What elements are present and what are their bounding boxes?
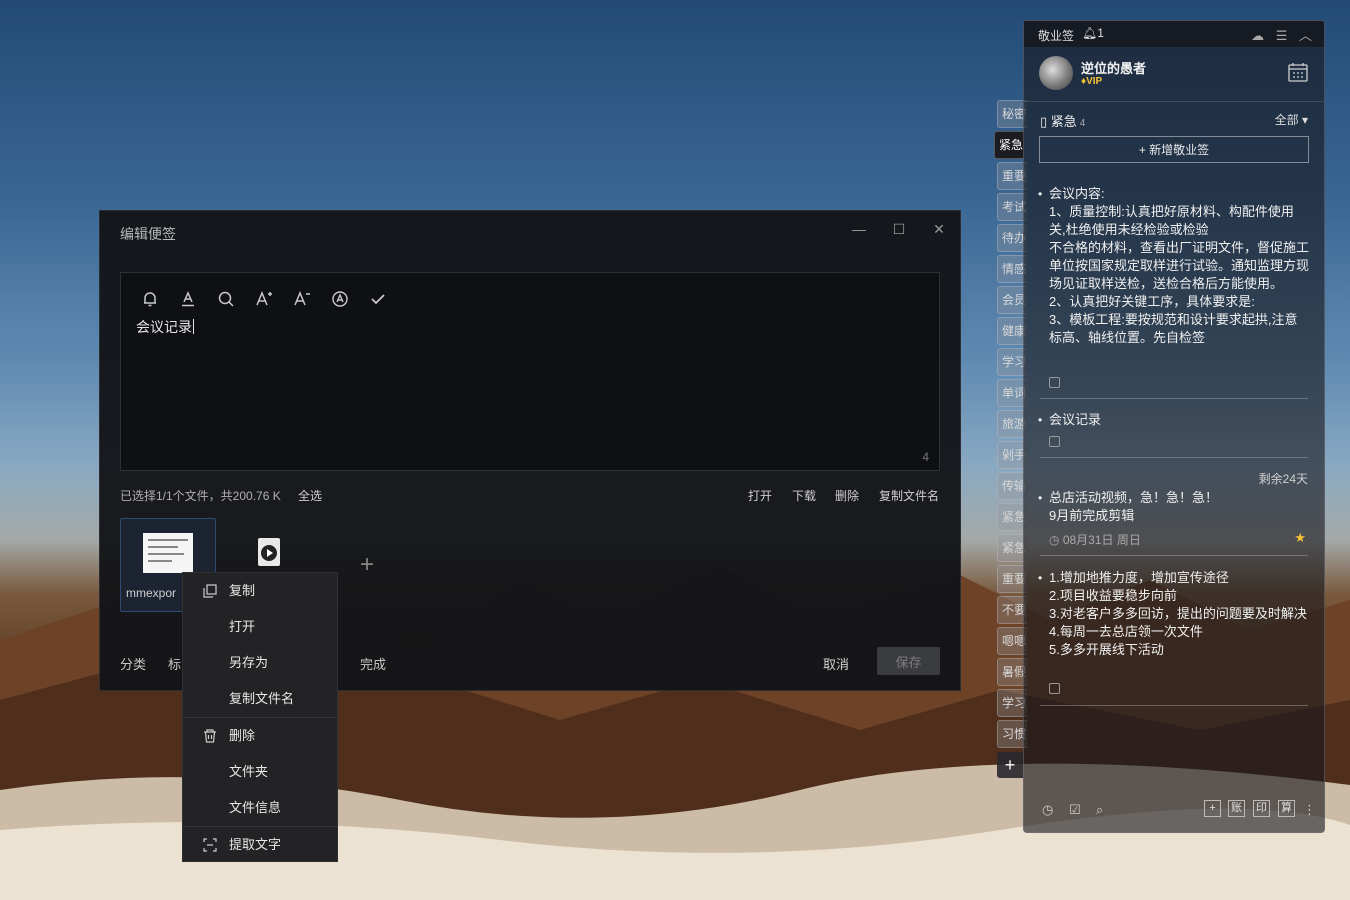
avatar[interactable] xyxy=(1039,56,1073,90)
download-file-link[interactable]: 下载 xyxy=(792,487,816,504)
header-divider xyxy=(1024,101,1324,102)
maximize-button[interactable]: ☐ xyxy=(889,221,909,238)
note-divider xyxy=(1040,457,1308,458)
scan-text-icon xyxy=(203,838,217,852)
trash-icon xyxy=(204,729,216,743)
calculate-icon[interactable]: 算 xyxy=(1278,800,1295,817)
checkbox-icon[interactable]: ☑ xyxy=(1069,802,1081,818)
tab-category-active[interactable]: 紧急 xyxy=(994,131,1024,159)
minimize-button[interactable]: — xyxy=(849,221,869,237)
copy-filename-link[interactable]: 复制文件名 xyxy=(879,487,939,504)
menu-item-extract-text[interactable]: 提取文字 xyxy=(183,827,337,863)
cancel-button[interactable]: 取消 xyxy=(823,654,849,673)
more-icon[interactable]: ⋮ xyxy=(1303,802,1316,818)
collapse-icon[interactable]: ︿ xyxy=(1299,28,1312,43)
note-divider xyxy=(1040,398,1308,399)
editor-text[interactable]: 会议记录 xyxy=(136,317,194,337)
menu-item-folder[interactable]: 文件夹 xyxy=(183,754,337,790)
notification-badge[interactable]: 🔔︎1 xyxy=(1082,26,1104,40)
file-selection-info: 已选择1/1个文件，共200.76 K xyxy=(120,489,281,503)
lock-icon xyxy=(1049,436,1060,447)
cloud-sync-icon[interactable]: ☁︎ xyxy=(1251,28,1264,43)
sticky-notes-panel: 敬业签 🔔︎1 ☁︎ ☰ ︿ 逆位的愚者 ♦VIP ▯ 紧急 4 全部 ▾ + 新… xyxy=(1023,20,1325,833)
note-divider xyxy=(1040,705,1308,706)
print-icon[interactable]: 印 xyxy=(1253,800,1270,817)
panel-titlebar: 敬业签 🔔︎1 ☁︎ ☰ ︿ xyxy=(1024,21,1324,47)
panel-controls: ☁︎ ☰ ︿ xyxy=(1243,25,1312,44)
search-icon[interactable] xyxy=(214,287,238,311)
vip-badge: ♦VIP xyxy=(1081,76,1103,87)
add-icon[interactable]: + xyxy=(1204,800,1221,817)
category-link[interactable]: 分类 xyxy=(120,654,146,673)
context-menu: 复制 打开 另存为 复制文件名 删除 文件夹 文件信息 提取文字 xyxy=(182,572,338,862)
select-all-link[interactable]: 全选 xyxy=(298,487,322,504)
menu-item-open[interactable]: 打开 xyxy=(183,609,337,645)
account-icon[interactable]: 账 xyxy=(1228,800,1245,817)
font-color-icon[interactable] xyxy=(176,287,200,311)
lock-icon xyxy=(1049,683,1060,694)
calendar-icon[interactable] xyxy=(1287,61,1309,83)
filter-dropdown[interactable]: 全部 ▾ xyxy=(1275,111,1308,128)
app-name: 敬业签 xyxy=(1038,29,1075,43)
file-name: mmexpor xyxy=(126,586,177,600)
note-item[interactable]: • 会议记录 xyxy=(1038,411,1310,429)
current-category: ▯ 紧急 4 xyxy=(1040,114,1086,129)
close-button[interactable]: ✕ xyxy=(929,221,949,238)
check-icon[interactable] xyxy=(366,287,390,311)
menu-item-save-as[interactable]: 另存为 xyxy=(183,645,337,681)
note-item[interactable]: • 总店活动视频，急！急！急！ 9月前完成剪辑 xyxy=(1038,489,1310,525)
image-preview xyxy=(143,533,193,573)
menu-item-delete[interactable]: 删除 xyxy=(183,718,337,754)
bell-icon: 🔔︎ xyxy=(1082,26,1098,40)
tag-link[interactable]: 标 xyxy=(168,654,181,673)
note-divider xyxy=(1040,555,1308,556)
clock-icon: ◷ xyxy=(1049,533,1063,547)
days-remaining: 剩余24天 xyxy=(1258,472,1308,486)
new-note-button[interactable]: + 新增敬业签 xyxy=(1039,136,1309,163)
open-file-link[interactable]: 打开 xyxy=(748,487,772,504)
bell-icon[interactable] xyxy=(138,287,162,311)
save-button[interactable]: 保存 xyxy=(877,647,940,675)
copy-icon xyxy=(203,584,217,598)
star-icon[interactable]: ★ xyxy=(1294,530,1306,546)
add-category-button[interactable]: + xyxy=(997,752,1023,778)
window-title: 编辑便签 xyxy=(120,226,176,242)
bookmark-icon: ▯ xyxy=(1040,114,1051,129)
char-count: 4 xyxy=(922,450,929,464)
text-recognition-icon[interactable] xyxy=(328,287,352,311)
menu-item-copy-filename[interactable]: 复制文件名 xyxy=(183,681,337,717)
font-increase-icon[interactable] xyxy=(252,287,276,311)
add-file-icon[interactable]: + xyxy=(360,551,374,579)
reminder-date: ◷ 08月31日 周日 xyxy=(1049,533,1141,547)
delete-file-link[interactable]: 删除 xyxy=(835,487,859,504)
menu-item-file-info[interactable]: 文件信息 xyxy=(183,790,337,826)
lock-icon xyxy=(1049,377,1060,388)
username[interactable]: 逆位的愚者 xyxy=(1081,58,1146,77)
note-item[interactable]: • 会议内容: 1、质量控制:认真把好原材料、构配件使用关,杜绝使用未经检验或检… xyxy=(1038,185,1310,370)
clock-icon[interactable]: ◷ xyxy=(1042,802,1053,818)
note-editor[interactable]: 会议记录 4 xyxy=(120,272,940,471)
done-link[interactable]: 完成 xyxy=(360,654,386,673)
menu-icon[interactable]: ☰ xyxy=(1276,28,1288,43)
panel-footer: ◷ ☑ ⌕ + 账 印 算 ⋮ xyxy=(1024,790,1324,832)
menu-item-copy[interactable]: 复制 xyxy=(183,573,337,609)
font-decrease-icon[interactable] xyxy=(290,287,314,311)
video-file-icon[interactable] xyxy=(258,538,280,566)
search-icon[interactable]: ⌕ xyxy=(1096,802,1103,818)
note-item[interactable]: • 1.增加地推力度，增加宣传途径 2.项目收益要稳步向前 3.对老客户多多回访… xyxy=(1038,569,1310,659)
